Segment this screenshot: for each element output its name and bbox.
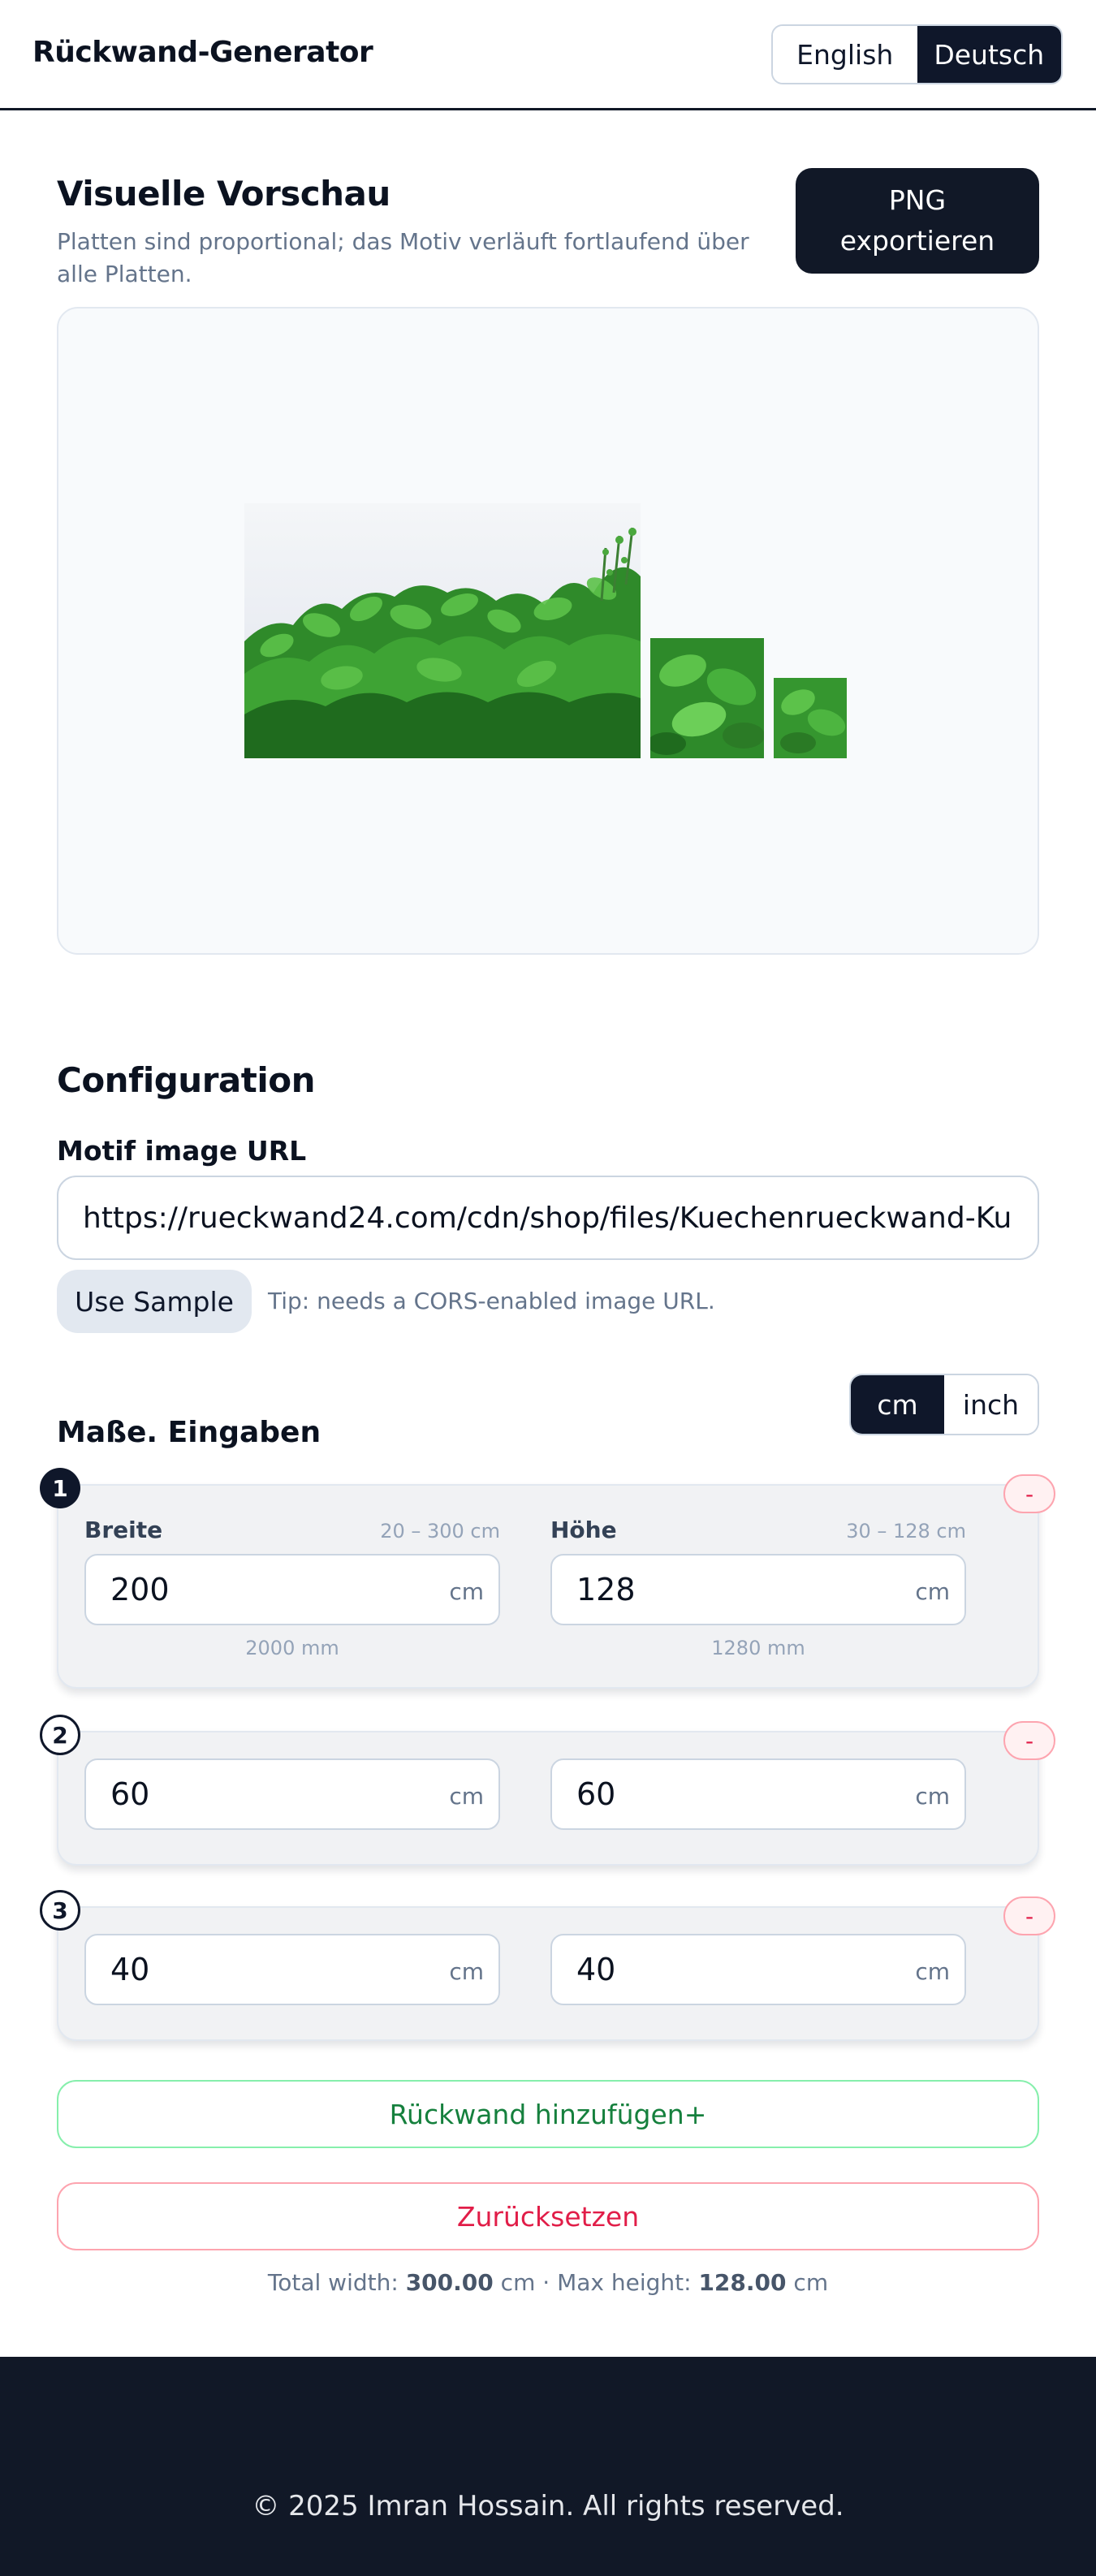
herb-motif-image xyxy=(650,638,764,758)
preview-panel-2 xyxy=(650,638,764,758)
configuration-title: Configuration xyxy=(57,1060,316,1100)
width-value: 200 xyxy=(110,1572,170,1607)
max-height-value: 128.00 xyxy=(698,2269,787,2296)
height-label: Höhe xyxy=(550,1517,617,1543)
herb-motif-image xyxy=(244,503,641,758)
language-deutsch-button[interactable]: Deutsch xyxy=(917,26,1061,83)
height-mm-note: 1280 mm xyxy=(711,1637,805,1659)
add-panel-button[interactable]: Rückwand hinzufügen+ xyxy=(57,2080,1039,2148)
width-unit: cm xyxy=(449,1578,484,1605)
preview-title: Visuelle Vorschau xyxy=(57,174,391,214)
dimensions-title: Maße. Eingaben xyxy=(57,1416,321,1449)
width-unit: cm xyxy=(449,1783,484,1810)
width-mm-note: 2000 mm xyxy=(245,1637,339,1659)
remove-panel-button[interactable]: - xyxy=(1003,1896,1055,1935)
height-input[interactable]: 128 cm xyxy=(550,1554,966,1625)
language-switch: English Deutsch xyxy=(771,24,1063,84)
total-width-value: 300.00 xyxy=(405,2269,494,2296)
width-input[interactable]: 200 cm xyxy=(84,1554,500,1625)
height-unit: cm xyxy=(915,1578,950,1605)
width-value: 40 xyxy=(110,1952,150,1987)
panel-card-3: 40 cm 40 cm xyxy=(57,1906,1039,2041)
use-sample-button[interactable]: Use Sample xyxy=(57,1270,252,1333)
cors-tip: Tip: needs a CORS-enabled image URL. xyxy=(268,1288,715,1314)
remove-panel-button[interactable]: - xyxy=(1003,1721,1055,1760)
preview-canvas xyxy=(57,307,1039,955)
height-unit: cm xyxy=(915,1783,950,1810)
preview-subtitle: Platten sind proportional; das Motiv ver… xyxy=(57,228,749,287)
reset-button[interactable]: Zurücksetzen xyxy=(57,2182,1039,2250)
app-title: Rückwand-Generator xyxy=(32,36,373,69)
panel-card-1: Breite 20 – 300 cm Höhe 30 – 128 cm 200 … xyxy=(57,1484,1039,1689)
height-value: 128 xyxy=(576,1572,636,1607)
width-range: 20 – 300 cm xyxy=(380,1520,500,1543)
preview-panel-3 xyxy=(774,678,847,758)
motif-url-label: Motif image URL xyxy=(57,1135,307,1167)
panel-card-2: 60 cm 60 cm xyxy=(57,1731,1039,1866)
panel-number-badge: 1 xyxy=(40,1468,80,1508)
height-value: 60 xyxy=(576,1776,616,1812)
panel-number-badge: 2 xyxy=(40,1715,80,1755)
width-label: Breite xyxy=(84,1517,163,1543)
copyright-text: © 2025 Imran Hossain. All rights reserve… xyxy=(252,2490,844,2522)
preview-panel-1 xyxy=(244,503,641,758)
remove-panel-button[interactable]: - xyxy=(1003,1474,1055,1513)
motif-url-input[interactable] xyxy=(57,1176,1039,1260)
width-value: 60 xyxy=(110,1776,150,1812)
export-png-label: PNG exportieren xyxy=(839,184,995,257)
totals-summary: Total width: 300.00 cm · Max height: 128… xyxy=(267,2269,829,2296)
width-input[interactable]: 60 cm xyxy=(84,1758,500,1830)
height-unit: cm xyxy=(915,1958,950,1985)
panel-number-badge: 3 xyxy=(40,1890,80,1931)
width-unit: cm xyxy=(449,1958,484,1985)
export-png-button[interactable]: PNG exportieren xyxy=(796,168,1039,274)
unit-inch-button[interactable]: inch xyxy=(944,1375,1038,1434)
page-footer: © 2025 Imran Hossain. All rights reserve… xyxy=(0,2357,1096,2576)
height-range: 30 – 128 cm xyxy=(846,1520,966,1543)
height-input[interactable]: 40 cm xyxy=(550,1934,966,2005)
herb-motif-image xyxy=(774,678,847,758)
height-input[interactable]: 60 cm xyxy=(550,1758,966,1830)
width-input[interactable]: 40 cm xyxy=(84,1934,500,2005)
height-value: 40 xyxy=(576,1952,616,1987)
language-english-button[interactable]: English xyxy=(773,26,917,83)
unit-cm-button[interactable]: cm xyxy=(851,1375,944,1434)
unit-switch: cm inch xyxy=(849,1374,1039,1435)
app-header: Rückwand-Generator English Deutsch xyxy=(0,0,1096,110)
